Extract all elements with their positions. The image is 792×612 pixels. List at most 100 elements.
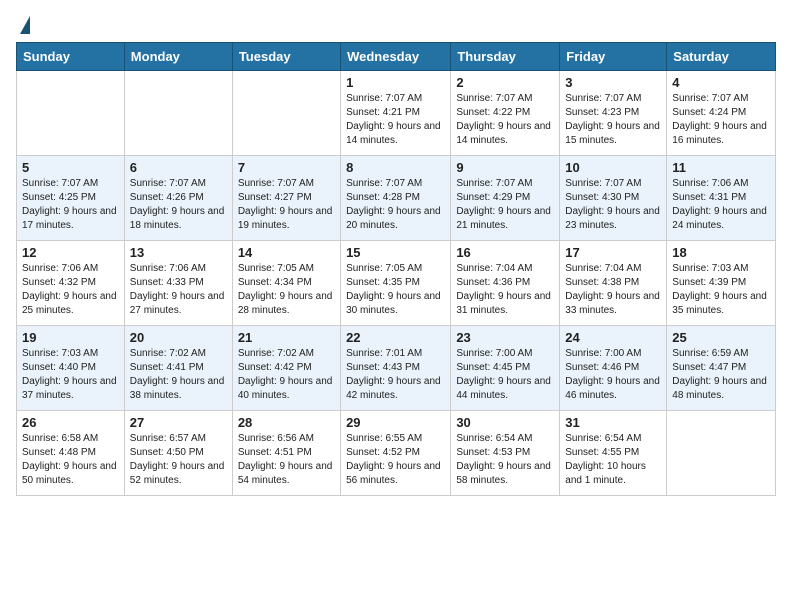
calendar-week-4: 19Sunrise: 7:03 AMSunset: 4:40 PMDayligh… [17,326,776,411]
day-number: 26 [22,415,119,430]
day-info: Sunrise: 7:07 AMSunset: 4:25 PMDaylight:… [22,177,119,233]
day-info: Sunrise: 7:02 AMSunset: 4:42 PMDaylight:… [238,347,335,403]
day-number: 28 [238,415,335,430]
day-info: Sunrise: 7:00 AMSunset: 4:45 PMDaylight:… [456,347,554,403]
calendar-cell: 3 Sunrise: 7:07 AMSunset: 4:23 PMDaylight… [560,71,667,156]
day-number: 22 [346,330,445,345]
day-number: 19 [22,330,119,345]
calendar-cell: 28 Sunrise: 6:56 AMSunset: 4:51 PMDayligh… [232,411,340,496]
day-number: 1 [346,75,445,90]
calendar-cell: 17 Sunrise: 7:04 AMSunset: 4:38 PMDayligh… [560,241,667,326]
calendar-cell: 12 Sunrise: 7:06 AMSunset: 4:32 PMDayligh… [17,241,125,326]
day-info: Sunrise: 6:59 AMSunset: 4:47 PMDaylight:… [672,347,770,403]
day-number: 27 [130,415,227,430]
day-info: Sunrise: 7:04 AMSunset: 4:38 PMDaylight:… [565,262,661,318]
logo [16,16,30,34]
calendar-week-2: 5 Sunrise: 7:07 AMSunset: 4:25 PMDaylight… [17,156,776,241]
calendar-cell: 20 Sunrise: 7:02 AMSunset: 4:41 PMDayligh… [124,326,232,411]
day-number: 6 [130,160,227,175]
day-info: Sunrise: 6:56 AMSunset: 4:51 PMDaylight:… [238,432,335,488]
day-number: 24 [565,330,661,345]
day-info: Sunrise: 7:00 AMSunset: 4:46 PMDaylight:… [565,347,661,403]
calendar-cell: 24 Sunrise: 7:00 AMSunset: 4:46 PMDayligh… [560,326,667,411]
calendar-week-1: 1 Sunrise: 7:07 AMSunset: 4:21 PMDaylight… [17,71,776,156]
day-info: Sunrise: 7:06 AMSunset: 4:32 PMDaylight:… [22,262,119,318]
day-number: 8 [346,160,445,175]
day-info: Sunrise: 7:07 AMSunset: 4:27 PMDaylight:… [238,177,335,233]
day-number: 7 [238,160,335,175]
calendar-cell: 26 Sunrise: 6:58 AMSunset: 4:48 PMDayligh… [17,411,125,496]
day-info: Sunrise: 6:54 AMSunset: 4:55 PMDaylight:… [565,432,661,488]
day-number: 31 [565,415,661,430]
day-info: Sunrise: 6:57 AMSunset: 4:50 PMDaylight:… [130,432,227,488]
day-info: Sunrise: 7:07 AMSunset: 4:24 PMDaylight:… [672,92,770,148]
calendar-cell: 27 Sunrise: 6:57 AMSunset: 4:50 PMDayligh… [124,411,232,496]
day-info: Sunrise: 7:07 AMSunset: 4:23 PMDaylight:… [565,92,661,148]
day-number: 21 [238,330,335,345]
day-info: Sunrise: 7:05 AMSunset: 4:34 PMDaylight:… [238,262,335,318]
day-info: Sunrise: 7:06 AMSunset: 4:33 PMDaylight:… [130,262,227,318]
day-number: 9 [456,160,554,175]
calendar-cell: 22 Sunrise: 7:01 AMSunset: 4:43 PMDayligh… [341,326,451,411]
day-info: Sunrise: 7:07 AMSunset: 4:21 PMDaylight:… [346,92,445,148]
day-info: Sunrise: 7:01 AMSunset: 4:43 PMDaylight:… [346,347,445,403]
day-number: 16 [456,245,554,260]
calendar-cell: 16Sunrise: 7:04 AMSunset: 4:36 PMDayligh… [451,241,560,326]
calendar-cell: 15Sunrise: 7:05 AMSunset: 4:35 PMDayligh… [341,241,451,326]
calendar-cell: 2 Sunrise: 7:07 AMSunset: 4:22 PMDaylight… [451,71,560,156]
weekday-header-sunday: Sunday [17,43,125,71]
day-number: 20 [130,330,227,345]
weekday-header-monday: Monday [124,43,232,71]
calendar-week-3: 12 Sunrise: 7:06 AMSunset: 4:32 PMDayligh… [17,241,776,326]
day-info: Sunrise: 6:55 AMSunset: 4:52 PMDaylight:… [346,432,445,488]
calendar-cell: 29Sunrise: 6:55 AMSunset: 4:52 PMDayligh… [341,411,451,496]
day-info: Sunrise: 7:02 AMSunset: 4:41 PMDaylight:… [130,347,227,403]
day-number: 2 [456,75,554,90]
calendar-week-5: 26 Sunrise: 6:58 AMSunset: 4:48 PMDayligh… [17,411,776,496]
calendar-cell: 6Sunrise: 7:07 AMSunset: 4:26 PMDaylight… [124,156,232,241]
calendar-cell: 9 Sunrise: 7:07 AMSunset: 4:29 PMDaylight… [451,156,560,241]
day-number: 3 [565,75,661,90]
day-number: 12 [22,245,119,260]
calendar-cell: 4Sunrise: 7:07 AMSunset: 4:24 PMDaylight… [667,71,776,156]
day-info: Sunrise: 7:07 AMSunset: 4:29 PMDaylight:… [456,177,554,233]
day-number: 30 [456,415,554,430]
calendar-cell: 23Sunrise: 7:00 AMSunset: 4:45 PMDayligh… [451,326,560,411]
calendar-cell [232,71,340,156]
calendar-cell [17,71,125,156]
day-number: 14 [238,245,335,260]
calendar-cell: 14 Sunrise: 7:05 AMSunset: 4:34 PMDayligh… [232,241,340,326]
day-info: Sunrise: 7:07 AMSunset: 4:22 PMDaylight:… [456,92,554,148]
day-info: Sunrise: 7:07 AMSunset: 4:28 PMDaylight:… [346,177,445,233]
day-number: 17 [565,245,661,260]
calendar-table: SundayMondayTuesdayWednesdayThursdayFrid… [16,42,776,496]
weekday-header-tuesday: Tuesday [232,43,340,71]
day-number: 13 [130,245,227,260]
calendar-cell: 31 Sunrise: 6:54 AMSunset: 4:55 PMDayligh… [560,411,667,496]
calendar-cell: 18 Sunrise: 7:03 AMSunset: 4:39 PMDayligh… [667,241,776,326]
day-info: Sunrise: 7:06 AMSunset: 4:31 PMDaylight:… [672,177,770,233]
day-number: 5 [22,160,119,175]
calendar-cell: 13 Sunrise: 7:06 AMSunset: 4:33 PMDayligh… [124,241,232,326]
day-number: 10 [565,160,661,175]
calendar-cell: 7 Sunrise: 7:07 AMSunset: 4:27 PMDaylight… [232,156,340,241]
day-info: Sunrise: 6:58 AMSunset: 4:48 PMDaylight:… [22,432,119,488]
calendar-cell: 19Sunrise: 7:03 AMSunset: 4:40 PMDayligh… [17,326,125,411]
day-info: Sunrise: 7:03 AMSunset: 4:39 PMDaylight:… [672,262,770,318]
weekday-header-saturday: Saturday [667,43,776,71]
day-number: 25 [672,330,770,345]
calendar-cell: 30 Sunrise: 6:54 AMSunset: 4:53 PMDayligh… [451,411,560,496]
day-info: Sunrise: 7:07 AMSunset: 4:30 PMDaylight:… [565,177,661,233]
weekday-header-thursday: Thursday [451,43,560,71]
page-header [16,16,776,34]
day-info: Sunrise: 6:54 AMSunset: 4:53 PMDaylight:… [456,432,554,488]
calendar-cell: 10 Sunrise: 7:07 AMSunset: 4:30 PMDayligh… [560,156,667,241]
weekday-header-friday: Friday [560,43,667,71]
calendar-cell: 21 Sunrise: 7:02 AMSunset: 4:42 PMDayligh… [232,326,340,411]
weekday-header-wednesday: Wednesday [341,43,451,71]
calendar-cell: 5 Sunrise: 7:07 AMSunset: 4:25 PMDaylight… [17,156,125,241]
logo-icon [20,16,30,34]
day-number: 11 [672,160,770,175]
day-number: 15 [346,245,445,260]
day-number: 18 [672,245,770,260]
